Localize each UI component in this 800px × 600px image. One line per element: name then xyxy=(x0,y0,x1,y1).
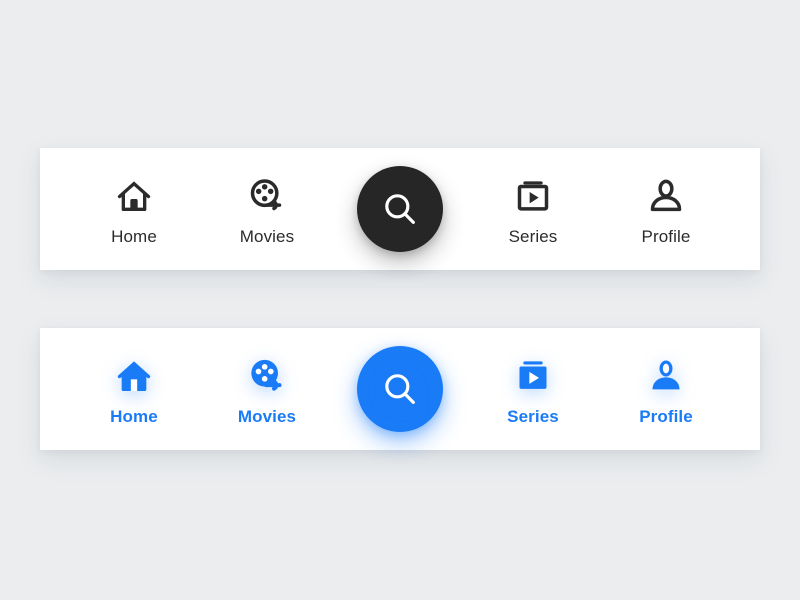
tv-play-icon xyxy=(513,173,553,219)
nav-item-movies[interactable]: Movies xyxy=(211,328,323,450)
search-icon xyxy=(380,186,420,232)
nav-item-label: Movies xyxy=(237,407,297,426)
tv-play-icon xyxy=(513,353,553,399)
film-reel-icon xyxy=(247,173,287,219)
person-icon xyxy=(646,353,686,399)
nav-item-label: Movies xyxy=(239,227,295,246)
nav-item-label: Home xyxy=(111,227,157,246)
bottom-nav-bar-inactive: Home Movies Series Profile xyxy=(40,148,760,270)
home-icon xyxy=(114,173,154,219)
nav-item-label: Profile xyxy=(641,227,691,246)
home-icon xyxy=(114,353,154,399)
nav-item-series[interactable]: Series xyxy=(477,328,589,450)
nav-search-slot xyxy=(344,328,456,450)
person-icon xyxy=(646,173,686,219)
nav-item-label: Series xyxy=(508,227,558,246)
nav-item-home[interactable]: Home xyxy=(78,328,190,450)
search-fab-button[interactable] xyxy=(357,346,443,432)
nav-item-home[interactable]: Home xyxy=(78,148,190,270)
nav-item-profile[interactable]: Profile xyxy=(610,328,722,450)
search-icon xyxy=(380,366,420,412)
nav-item-series[interactable]: Series xyxy=(477,148,589,270)
nav-item-label: Home xyxy=(110,407,158,426)
nav-item-label: Series xyxy=(507,407,559,426)
nav-item-label: Profile xyxy=(639,407,693,426)
nav-search-slot xyxy=(344,148,456,270)
nav-item-movies[interactable]: Movies xyxy=(211,148,323,270)
search-fab-button[interactable] xyxy=(357,166,443,252)
nav-item-profile[interactable]: Profile xyxy=(610,148,722,270)
film-reel-icon xyxy=(247,353,287,399)
bottom-nav-bar-active: Home Movies Series Profile xyxy=(40,328,760,450)
